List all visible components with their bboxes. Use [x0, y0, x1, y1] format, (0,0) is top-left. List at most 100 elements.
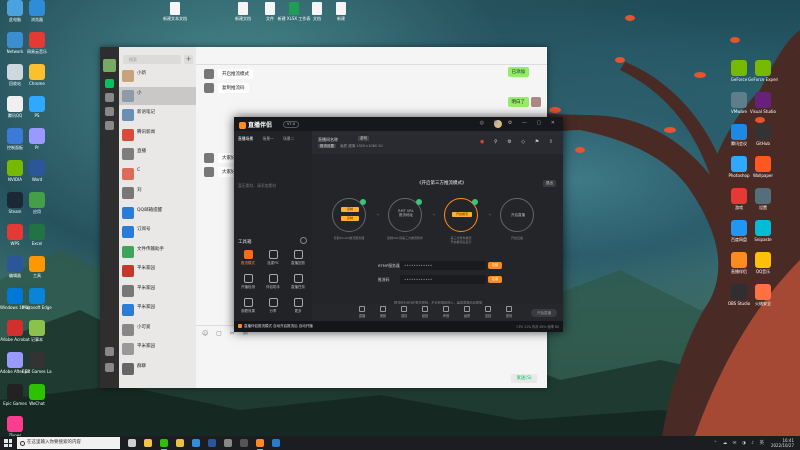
server-field[interactable]: •••••••••••• [400, 261, 486, 270]
taskbar-app-icon[interactable] [144, 439, 152, 447]
tool-2[interactable]: 直播回放 [287, 250, 309, 270]
stream-settings-chip[interactable]: 推流设置 [318, 144, 336, 148]
chat-list-item[interactable]: 平米家园 [119, 301, 196, 319]
stream-key-field[interactable]: •••••••••••• [400, 275, 486, 284]
tool-7[interactable]: 分享 [262, 298, 284, 318]
menu-icon[interactable] [105, 363, 114, 372]
copy-key-button[interactable]: 复制 [488, 276, 502, 283]
chat-list-item[interactable]: C [119, 165, 196, 183]
desktop-icon[interactable]: 设置 [748, 188, 778, 218]
desktop-icon[interactable]: Wallpaper [748, 156, 778, 186]
taskbar-app-icon[interactable] [192, 439, 200, 447]
desktop-icon[interactable]: Pr [22, 128, 52, 158]
tool-4[interactable]: 伴侣助手 [262, 274, 284, 294]
bottom-tool-4[interactable]: 声音 [438, 306, 454, 318]
desktop-icon[interactable]: WeChat [22, 384, 52, 414]
desktop-icon[interactable]: Epic Games Launcher [22, 352, 52, 382]
taskbar-search-input[interactable]: 在这里输入你要搜索的内容 [17, 437, 120, 449]
gear-icon[interactable] [300, 237, 307, 244]
add-chat-button[interactable]: + [184, 55, 193, 64]
tab-scene[interactable]: 直播场景 [238, 136, 253, 141]
version-badge[interactable]: V7.0 [283, 121, 299, 128]
chat-list-item[interactable]: 小新 [119, 67, 196, 85]
files-icon[interactable] [105, 121, 114, 130]
chat-list-item[interactable]: 平米家园 [119, 282, 196, 300]
contacts-icon[interactable] [105, 93, 114, 102]
desktop-icon[interactable]: Excel [22, 224, 52, 254]
desktop-icon[interactable]: 火绒安全 [748, 284, 778, 314]
bottom-tool-6[interactable]: 连线 [480, 306, 496, 318]
room-tag[interactable]: 游戏 [358, 136, 369, 141]
message-avatar[interactable] [531, 97, 541, 107]
taskbar-app-icon[interactable] [272, 439, 280, 447]
desktop-icon[interactable]: Snipaste [748, 220, 778, 250]
tab-scene-1[interactable]: 场景一 [262, 136, 273, 141]
desktop-icon[interactable]: 记事本 [22, 320, 52, 350]
desktop-icon[interactable]: PS [22, 96, 52, 126]
desktop-icon[interactable]: GitHub [748, 124, 778, 154]
window-controls[interactable]: ◎ ▣ ⚙ — ▢ ✕ [480, 120, 559, 126]
search-input[interactable]: 搜索 [123, 55, 181, 64]
chat-list-item[interactable]: 小 [119, 86, 196, 105]
copy-server-button[interactable]: 复制 [488, 262, 502, 269]
clock[interactable]: 16:41 2022/10/27 [771, 438, 794, 448]
desktop-file-6[interactable]: 新建 [328, 2, 354, 32]
bottom-tool-1[interactable]: 美颜 [375, 306, 391, 318]
desktop-icon[interactable]: 浏览器 [22, 0, 52, 30]
bottom-tool-7[interactable]: 音效 [501, 306, 517, 318]
taskbar-app-icon[interactable] [240, 439, 248, 447]
message-avatar[interactable] [204, 83, 214, 93]
system-tray-icons[interactable]: ⌃ ☁ ✉ ◑ ♪ 英 [714, 440, 767, 446]
copy-button[interactable]: 复制 [341, 207, 359, 212]
chat-icon[interactable] [105, 79, 114, 88]
desktop-icon[interactable]: 网易云音乐 [22, 32, 52, 62]
taskbar-app-icon[interactable] [176, 439, 184, 447]
desktop-icon[interactable]: Microsoft Edge [22, 288, 52, 318]
chat-list-item[interactable]: 腾讯新闻 [119, 126, 196, 144]
taskbar-app-icon[interactable] [224, 439, 232, 447]
live-toolbar[interactable]: ◉ ⚲ ⚙ ◇ ⚑ ⇪ [480, 139, 557, 145]
desktop-file-2[interactable]: 新建文档 [230, 2, 256, 32]
chat-list-item[interactable]: 新语笔记 [119, 106, 196, 124]
tab-scene-2[interactable]: 场景二 [283, 136, 294, 141]
bottom-tool-0[interactable]: 直播 [354, 306, 370, 318]
taskbar-app-icon[interactable] [128, 439, 136, 447]
room-title[interactable]: 直播间名称 [318, 137, 338, 143]
chat-list-item[interactable]: 文件传输助手 [119, 243, 196, 261]
chat-list-item[interactable]: 小可爱 [119, 321, 196, 339]
exit-button[interactable]: 退出 [543, 180, 556, 187]
copy-button[interactable]: 复制 [341, 216, 359, 221]
taskbar-app-icon[interactable] [160, 439, 168, 450]
desktop-file-1[interactable]: 新建文本文档 [162, 2, 188, 32]
windows-start-icon[interactable] [4, 439, 12, 447]
tool-1[interactable]: 连麦PK [262, 250, 284, 270]
desktop-icon[interactable]: Chrome [22, 64, 52, 94]
desktop-icon[interactable]: Visual Studio [748, 92, 778, 122]
bottom-tool-2[interactable]: 道具 [396, 306, 412, 318]
tool-8[interactable]: 更多 [287, 298, 309, 318]
message-avatar[interactable] [204, 153, 214, 163]
tool-0[interactable]: 推流模式 [237, 250, 259, 270]
message-avatar[interactable] [204, 167, 214, 177]
start-push-button[interactable]: 开启推流 [452, 212, 472, 217]
desktop-icon[interactable]: QQ音乐 [748, 252, 778, 282]
message-avatar[interactable] [204, 69, 214, 79]
chat-list-item[interactable]: 群聊 [119, 360, 196, 378]
chat-list-item[interactable]: 平米家园 [119, 262, 196, 280]
tool-3[interactable]: 开播检测 [237, 274, 259, 294]
desktop-icon[interactable]: GeForce Experience [748, 60, 778, 90]
phone-icon[interactable] [105, 347, 114, 356]
desktop-icon[interactable]: 工具 [22, 256, 52, 286]
taskbar-app-icon[interactable] [256, 439, 264, 450]
send-button[interactable]: 发送(S) [511, 374, 537, 383]
user-avatar[interactable] [103, 59, 116, 72]
taskbar-app-icon[interactable] [208, 439, 216, 447]
desktop-icon[interactable]: 应用 [22, 192, 52, 222]
chat-list-item[interactable]: 直播 [119, 145, 196, 163]
chat-list-item[interactable]: 订阅号 [119, 223, 196, 241]
chat-list-item[interactable]: 平米家园 [119, 340, 196, 358]
desktop-icon[interactable]: Word [22, 160, 52, 190]
desktop-file-5[interactable]: 文档 [304, 2, 330, 32]
start-live-button[interactable]: 开始直播 [531, 309, 557, 317]
bottom-tool-3[interactable]: 贴纸 [417, 306, 433, 318]
